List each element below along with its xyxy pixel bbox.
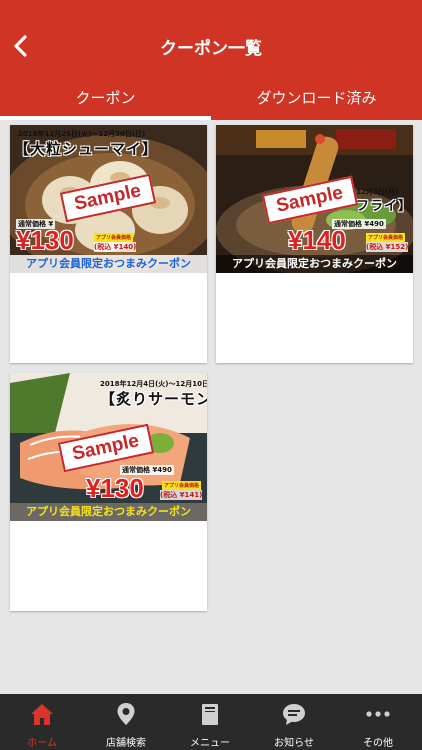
coupon-banner: アプリ会員限定おつまみクーポン xyxy=(10,503,207,521)
tax-included-price: (税込 ¥152) xyxy=(366,242,409,252)
tax-included-price: (税込 ¥140) xyxy=(94,242,137,252)
coupon-card[interactable]: 2018年12月4日(火)～12月10日(月) 【炙りサーモン】 Sample … xyxy=(10,373,207,611)
tab-downloaded[interactable]: ダウンロード済み xyxy=(211,87,422,108)
tab-label: メニュー xyxy=(190,738,230,749)
tab-store-search[interactable]: 店舗検索 xyxy=(84,694,168,750)
more-dots-icon xyxy=(366,711,390,717)
coupon-product-title: 【炙りサーモン】 xyxy=(100,390,207,408)
coupon-image: 2018年12月25日(火)～12月30日(日) 【大粒シューマイ】 Sampl… xyxy=(10,125,207,273)
tab-more[interactable]: その他 xyxy=(336,694,420,750)
chat-bubble-icon xyxy=(283,704,305,725)
active-tab-indicator xyxy=(0,116,211,120)
tax-included-price: (税込 ¥141) xyxy=(160,490,203,500)
member-price-tag: アプリ会員価格 xyxy=(162,481,202,490)
coupon-price: ¥130 xyxy=(16,225,74,255)
bottom-tab-bar: ホーム 店舗検索 メニュー お知らせ その他 xyxy=(0,694,422,750)
page-title: クーポン一覧 xyxy=(160,39,262,59)
coupon-product-title: フライ】 xyxy=(356,199,413,214)
tab-label: 店舗検索 xyxy=(106,738,146,749)
member-price-tag: アプリ会員価格 xyxy=(366,233,406,242)
coupon-banner: アプリ会員限定おつまみクーポン xyxy=(10,255,207,273)
tab-label: お知らせ xyxy=(274,738,314,749)
coupon-price: ¥130 xyxy=(86,473,144,503)
coupon-price: ¥140 xyxy=(288,225,346,255)
member-price-tag: アプリ会員価格 xyxy=(94,233,134,242)
coupon-product-title: 【大粒シューマイ】 xyxy=(14,140,159,158)
coupon-card[interactable]: 2018年12月25日(火)～12月30日(日) 【大粒シューマイ】 Sampl… xyxy=(10,125,207,363)
tab-coupon[interactable]: クーポン xyxy=(0,87,211,108)
coupon-card[interactable]: )～12月3日(月) フライ】 Sample 通常価格 ¥490 ¥140 アプ… xyxy=(216,125,413,363)
location-pin-icon xyxy=(117,703,135,725)
coupon-banner: アプリ会員限定おつまみクーポン xyxy=(216,255,413,273)
coupon-image: 2018年12月4日(火)～12月10日(月) 【炙りサーモン】 Sample … xyxy=(10,373,207,521)
tab-label: ホーム xyxy=(27,738,57,749)
home-icon xyxy=(31,704,53,725)
menu-book-icon xyxy=(202,704,218,725)
tab-news[interactable]: お知らせ xyxy=(252,694,336,750)
tab-menu[interactable]: メニュー xyxy=(168,694,252,750)
tab-home[interactable]: ホーム xyxy=(0,694,84,750)
tab-label: その他 xyxy=(363,738,393,749)
coupon-image: )～12月3日(月) フライ】 Sample 通常価格 ¥490 ¥140 アプ… xyxy=(216,125,413,273)
app-header: クーポン一覧 クーポン ダウンロード済み xyxy=(0,0,422,120)
